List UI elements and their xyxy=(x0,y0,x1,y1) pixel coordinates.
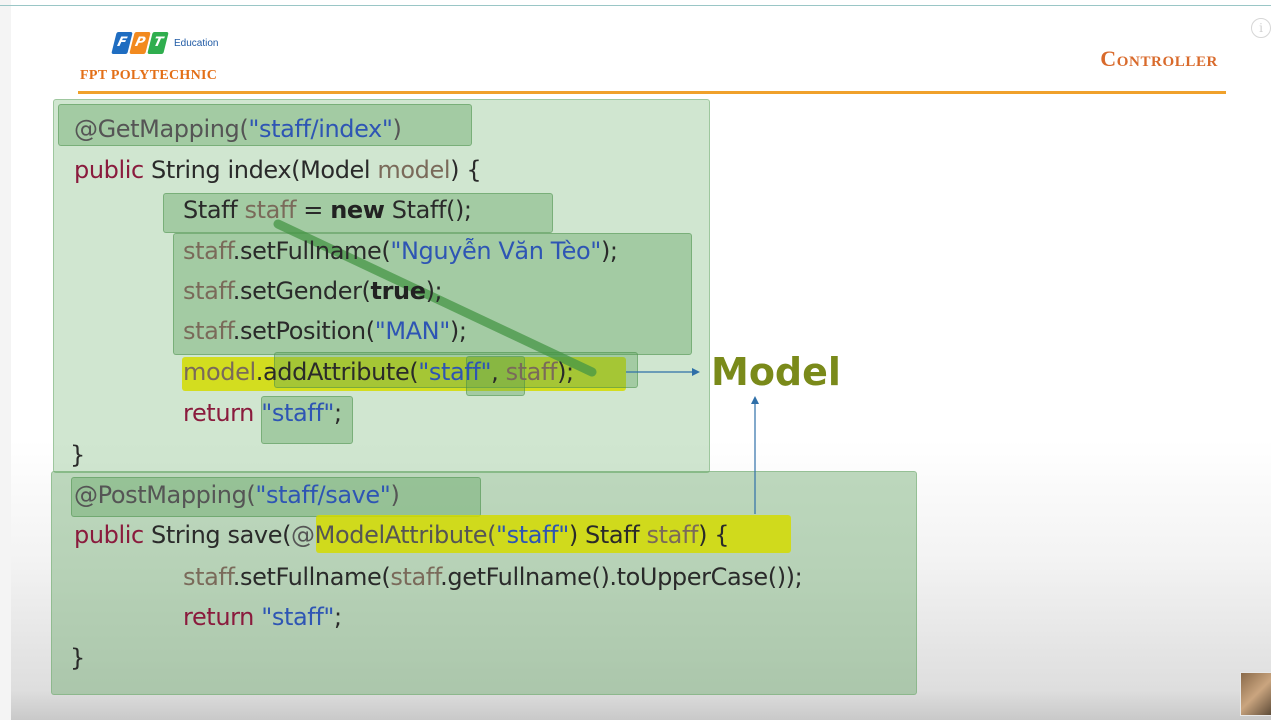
token: "staff/index" xyxy=(248,115,393,143)
token: ); xyxy=(557,358,574,386)
code-line-set-gender: staff.setGender(true); xyxy=(183,276,443,306)
token: Staff xyxy=(183,196,245,224)
token: .getFullname().toUpperCase()); xyxy=(440,563,803,591)
token: model xyxy=(183,358,256,386)
slide-title: Controller xyxy=(1100,46,1218,71)
token: staff xyxy=(183,237,233,265)
token: "MAN" xyxy=(374,317,451,345)
token: ; xyxy=(334,603,342,631)
token: String save( xyxy=(143,521,292,549)
token: , xyxy=(491,358,506,386)
code-line-index-signature: public String index(Model model) { xyxy=(74,155,482,185)
token: "Nguyễn Văn Tèo" xyxy=(390,237,601,265)
logo-brand: FPT POLYTECHNIC xyxy=(80,68,218,83)
token: true xyxy=(370,277,426,305)
token: ); xyxy=(449,317,467,345)
token: public xyxy=(74,521,144,549)
token: staff xyxy=(244,196,297,224)
token: ; xyxy=(334,399,342,427)
token: @PostMapping( xyxy=(74,481,256,509)
code-line-get-annotation: @GetMapping("staff/index") xyxy=(74,114,402,144)
token: staff xyxy=(505,358,558,386)
code-line-set-position: staff.setPosition("MAN"); xyxy=(183,316,467,346)
token: ) Staff xyxy=(568,521,647,549)
info-icon[interactable]: i xyxy=(1251,18,1271,38)
token: @GetMapping( xyxy=(74,115,249,143)
token: model xyxy=(377,156,451,184)
token: Staff(); xyxy=(384,196,472,224)
token: @ModelAttribute( xyxy=(291,521,497,549)
model-label: Model xyxy=(711,350,841,394)
token: = xyxy=(296,196,331,224)
token: .setPosition( xyxy=(232,317,375,345)
top-divider xyxy=(0,5,1271,6)
title-rule xyxy=(78,91,1226,94)
token: staff xyxy=(183,277,233,305)
token: .setFullname( xyxy=(232,563,391,591)
code-line-return-view: return "staff"; xyxy=(183,398,342,428)
code-line-close-brace-2: } xyxy=(70,644,85,672)
code-line-add-attribute: model.addAttribute("staff", staff); xyxy=(183,357,574,387)
token: String index(Model xyxy=(143,156,378,184)
token: ); xyxy=(425,277,443,305)
code-line-save-signature: public String save(@ModelAttribute("staf… xyxy=(74,520,730,550)
token: staff xyxy=(183,317,233,345)
code-line-post-annotation: @PostMapping("staff/save") xyxy=(74,480,400,510)
token: ) { xyxy=(450,156,482,184)
token: ); xyxy=(600,237,618,265)
token: new xyxy=(330,196,385,224)
token: .setFullname( xyxy=(232,237,391,265)
token: ) { xyxy=(698,521,730,549)
logo-tile-t: T xyxy=(147,32,169,54)
token: "staff" xyxy=(261,399,335,427)
token: return xyxy=(183,603,254,631)
token: "staff" xyxy=(418,358,492,386)
code-line-new-staff: Staff staff = new Staff(); xyxy=(183,195,472,225)
code-line-return-staff: return "staff"; xyxy=(183,602,342,632)
token: "staff" xyxy=(261,603,335,631)
presenter-thumbnail[interactable] xyxy=(1240,672,1271,716)
token: public xyxy=(74,156,144,184)
code-line-uppercase: staff.setFullname(staff.getFullname().to… xyxy=(183,562,803,592)
token: return xyxy=(183,399,254,427)
token: .setGender( xyxy=(232,277,371,305)
code-line-set-fullname: staff.setFullname("Nguyễn Văn Tèo"); xyxy=(183,236,618,266)
token: "staff" xyxy=(496,521,569,549)
token: .addAttribute( xyxy=(255,358,419,386)
slide-title-wrap: Controller xyxy=(1100,46,1218,72)
token: staff xyxy=(390,563,441,591)
token: ) xyxy=(392,115,402,143)
token: "staff/save" xyxy=(255,481,391,509)
code-line-close-brace: } xyxy=(70,441,85,469)
token: staff xyxy=(183,563,233,591)
token: ) xyxy=(390,481,400,509)
token: staff xyxy=(646,521,699,549)
fpt-logo: F P T Education FPT POLYTECHNIC xyxy=(80,30,260,90)
left-margin xyxy=(0,0,11,720)
logo-education: Education xyxy=(174,38,219,49)
